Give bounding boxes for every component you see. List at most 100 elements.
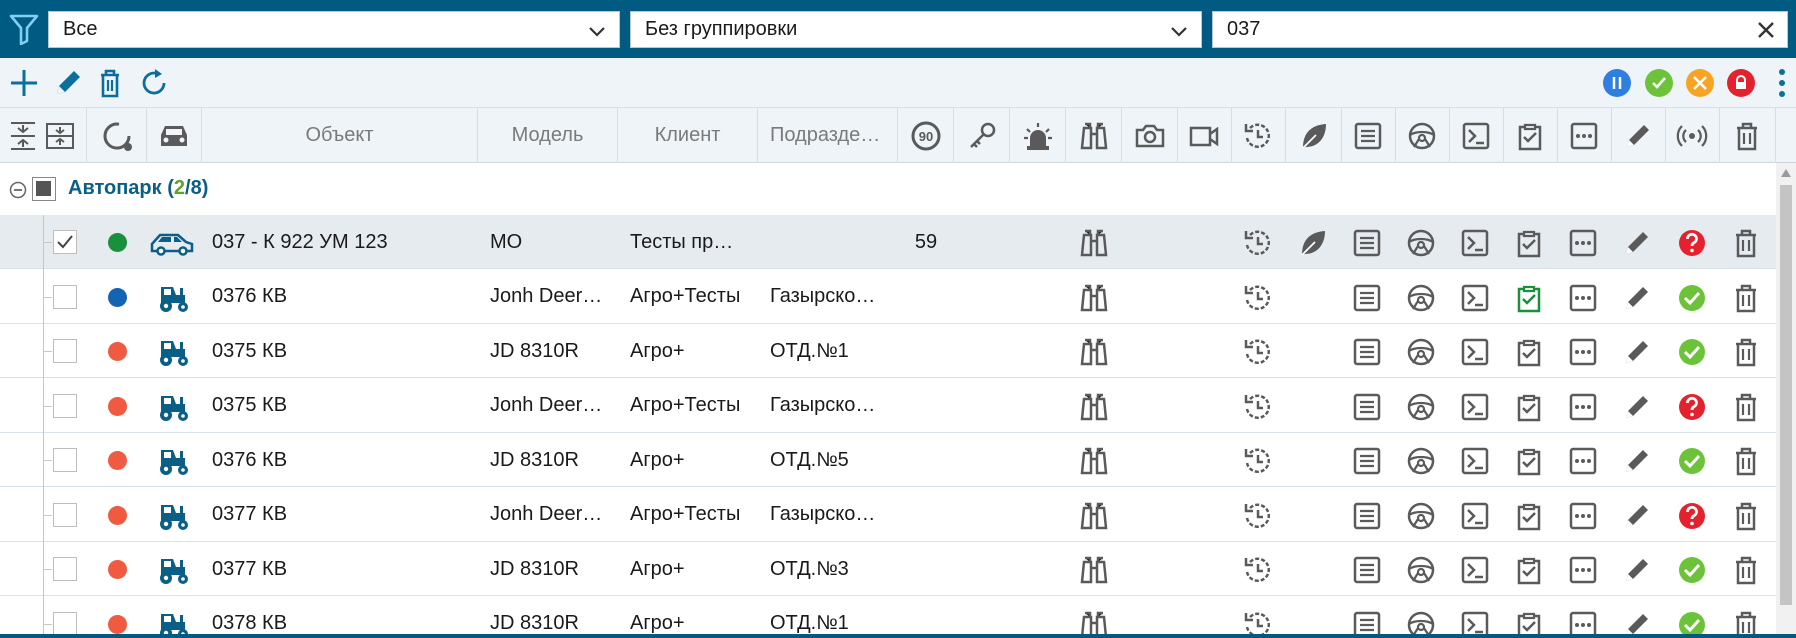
binoculars-icon[interactable] xyxy=(1078,554,1110,586)
trash-icon[interactable] xyxy=(1730,336,1762,368)
binoculars-icon[interactable] xyxy=(1078,445,1110,477)
terminal-icon[interactable] xyxy=(1459,227,1491,259)
steering-wheel-icon[interactable] xyxy=(1405,227,1437,259)
checklist-icon[interactable] xyxy=(1513,554,1545,586)
trash-icon[interactable] xyxy=(1730,554,1762,586)
pencil-icon[interactable] xyxy=(1621,336,1653,368)
history-icon[interactable] xyxy=(1242,227,1274,259)
binoculars-icon[interactable] xyxy=(1078,500,1110,532)
object-column-header[interactable]: Объект xyxy=(202,108,478,163)
document-column-header[interactable] xyxy=(1340,108,1396,163)
terminal-icon[interactable] xyxy=(1459,445,1491,477)
lock-filter-button[interactable] xyxy=(1727,69,1755,97)
pencil-icon[interactable] xyxy=(1621,554,1653,586)
checklist-column-header[interactable] xyxy=(1502,108,1558,163)
vertical-scrollbar[interactable] xyxy=(1776,163,1796,638)
terminal-column-header[interactable] xyxy=(1448,108,1504,163)
client-column-header[interactable]: Клиент xyxy=(618,108,758,163)
steering-wheel-column-header[interactable] xyxy=(1394,108,1450,163)
delete-button[interactable] xyxy=(92,65,128,101)
table-row[interactable]: 0375 КВ Jonh Deer… Агро+Тесты Газырско… xyxy=(0,378,1776,433)
terminal-icon[interactable] xyxy=(1459,554,1491,586)
steering-wheel-icon[interactable] xyxy=(1405,445,1437,477)
table-row[interactable]: 0376 КВ Jonh Deer… Агро+Тесты Газырско… xyxy=(0,269,1776,324)
steering-wheel-icon[interactable] xyxy=(1405,282,1437,314)
row-checkbox[interactable] xyxy=(53,611,77,636)
terminal-icon[interactable] xyxy=(1459,336,1491,368)
close-icon[interactable] xyxy=(1755,19,1777,47)
checklist-icon[interactable] xyxy=(1513,282,1545,314)
leaf-icon[interactable] xyxy=(1297,227,1329,259)
alarm-column-header[interactable] xyxy=(1010,108,1066,163)
pause-filter-button[interactable] xyxy=(1603,69,1631,97)
document-icon[interactable] xyxy=(1351,554,1383,586)
ellipsis-icon[interactable] xyxy=(1567,336,1599,368)
ok-icon[interactable] xyxy=(1676,282,1708,314)
question-icon[interactable] xyxy=(1676,500,1708,532)
grouping-select[interactable]: Без группировки xyxy=(630,11,1202,48)
checklist-icon[interactable] xyxy=(1513,445,1545,477)
history-icon[interactable] xyxy=(1242,445,1274,477)
row-checkbox[interactable] xyxy=(53,557,77,581)
ellipsis-column-header[interactable] xyxy=(1556,108,1612,163)
table-row[interactable]: 0377 КВ JD 8310R Агро+ ОТД.№3 xyxy=(0,542,1776,596)
ellipsis-icon[interactable] xyxy=(1567,500,1599,532)
document-icon[interactable] xyxy=(1351,227,1383,259)
trash-column-header[interactable] xyxy=(1718,108,1776,163)
group-row[interactable]: Автопарк (2/8) xyxy=(0,163,1776,215)
row-checkbox[interactable] xyxy=(53,284,77,309)
ok-icon[interactable] xyxy=(1676,336,1708,368)
ellipsis-icon[interactable] xyxy=(1567,282,1599,314)
history-icon[interactable] xyxy=(1242,500,1274,532)
checklist-icon[interactable] xyxy=(1513,227,1545,259)
service-filter-button[interactable] xyxy=(1686,69,1714,97)
expand-collapse-header[interactable] xyxy=(0,108,87,163)
pencil-icon[interactable] xyxy=(1621,391,1653,423)
status-column-header[interactable] xyxy=(87,108,147,163)
steering-wheel-icon[interactable] xyxy=(1405,500,1437,532)
table-row[interactable]: 0377 КВ Jonh Deer… Агро+Тесты Газырско… xyxy=(0,487,1776,542)
table-row[interactable]: 0378 КВ JD 8310R Агро+ ОТД.№1 xyxy=(0,596,1776,638)
terminal-icon[interactable] xyxy=(1459,391,1491,423)
document-icon[interactable] xyxy=(1351,500,1383,532)
pencil-icon[interactable] xyxy=(1621,282,1653,314)
row-checkbox[interactable] xyxy=(53,448,77,472)
row-checkbox[interactable] xyxy=(53,339,77,363)
pencil-icon[interactable] xyxy=(1621,227,1653,259)
leaf-column-header[interactable] xyxy=(1286,108,1342,163)
video-column-header[interactable] xyxy=(1176,108,1232,163)
binoculars-icon[interactable] xyxy=(1078,391,1110,423)
trash-icon[interactable] xyxy=(1730,500,1762,532)
history-icon[interactable] xyxy=(1242,282,1274,314)
history-icon[interactable] xyxy=(1242,391,1274,423)
row-checkbox[interactable] xyxy=(53,393,77,418)
refresh-button[interactable] xyxy=(136,65,172,101)
document-icon[interactable] xyxy=(1351,282,1383,314)
pencil-icon[interactable] xyxy=(1621,500,1653,532)
table-row[interactable]: 037 - К 922 УМ 123 МО Тесты пр… 59 xyxy=(0,215,1776,269)
checklist-icon[interactable] xyxy=(1513,391,1545,423)
ok-icon[interactable] xyxy=(1676,554,1708,586)
ellipsis-icon[interactable] xyxy=(1567,391,1599,423)
terminal-icon[interactable] xyxy=(1459,500,1491,532)
table-row[interactable]: 0375 КВ JD 8310R Агро+ ОТД.№1 xyxy=(0,324,1776,378)
row-checkbox[interactable] xyxy=(53,502,77,527)
group-checkbox[interactable] xyxy=(32,177,56,201)
speed-limit-column-header[interactable]: 90 xyxy=(898,108,954,163)
trash-icon[interactable] xyxy=(1730,391,1762,423)
binoculars-icon[interactable] xyxy=(1078,227,1110,259)
history-icon[interactable] xyxy=(1242,554,1274,586)
type-column-header[interactable] xyxy=(147,108,202,163)
collapse-group-icon[interactable] xyxy=(9,181,27,199)
ellipsis-icon[interactable] xyxy=(1567,445,1599,477)
pencil-column-header[interactable] xyxy=(1610,108,1666,163)
camera-column-header[interactable] xyxy=(1122,108,1178,163)
trash-icon[interactable] xyxy=(1730,445,1762,477)
history-icon[interactable] xyxy=(1242,336,1274,368)
more-menu-button[interactable] xyxy=(1772,65,1792,101)
search-input[interactable]: 037 xyxy=(1212,11,1788,48)
division-column-header[interactable]: Подразде… xyxy=(758,108,898,163)
question-icon[interactable] xyxy=(1676,227,1708,259)
document-icon[interactable] xyxy=(1351,445,1383,477)
scroll-up-arrow-icon[interactable] xyxy=(1781,169,1791,177)
